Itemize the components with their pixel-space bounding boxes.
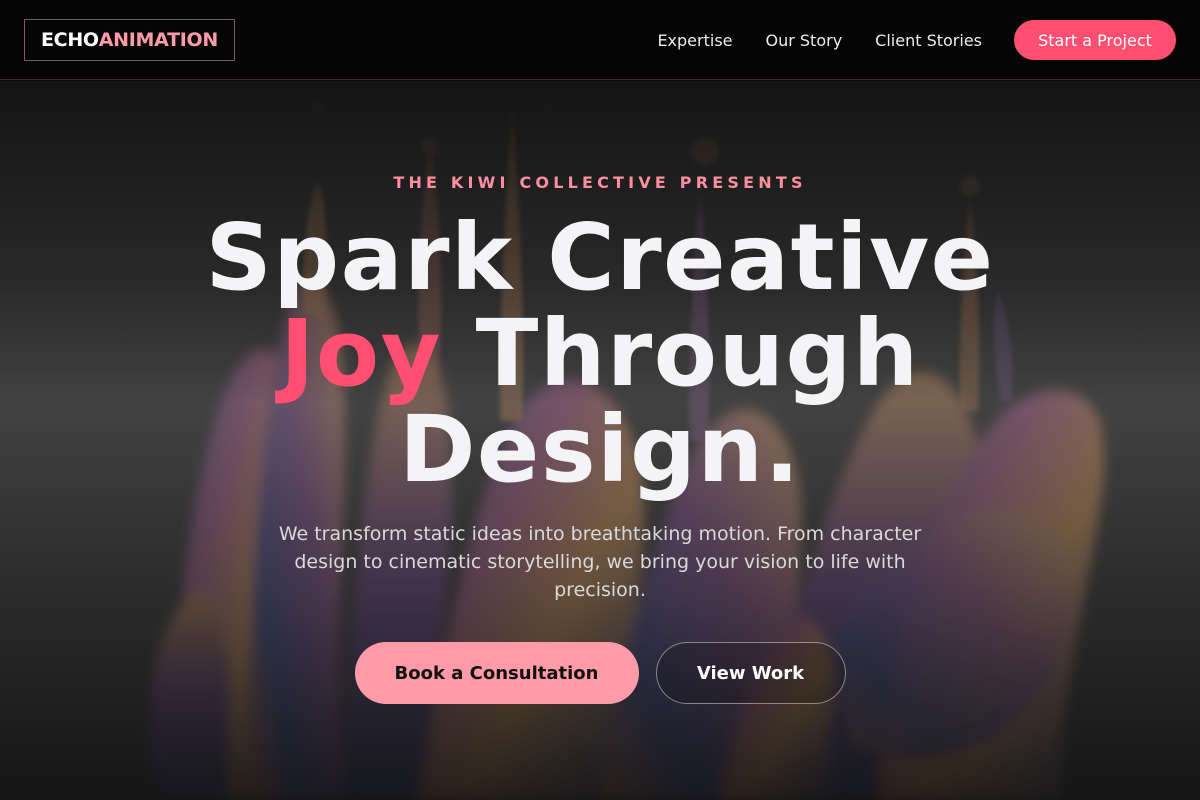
- nav-link-expertise[interactable]: Expertise: [657, 31, 732, 50]
- headline-accent: Joy: [280, 300, 443, 407]
- view-work-button[interactable]: View Work: [655, 642, 846, 704]
- hero-subtitle: We transform static ideas into breathtak…: [278, 523, 922, 601]
- book-consultation-button[interactable]: Book a Consultation: [354, 642, 639, 704]
- site-header: ECHO ANIMATION Expertise Our Story Client…: [0, 0, 1200, 80]
- hero-content: THE KIWI COLLECTIVE PRESENTS Spark Creat…: [0, 81, 1200, 800]
- hero-section: THE KIWI COLLECTIVE PRESENTS Spark Creat…: [0, 81, 1200, 800]
- logo-text-animation: ANIMATION: [98, 29, 219, 51]
- hero-headline: Spark Creative Joy Through Design.: [100, 210, 1100, 498]
- main-nav: Expertise Our Story Client Stories: [657, 0, 982, 80]
- logo-text-echo: ECHO: [41, 29, 99, 51]
- brand-logo[interactable]: ECHO ANIMATION: [24, 19, 235, 61]
- headline-part2: Through Design.: [399, 300, 920, 503]
- hero-eyebrow: THE KIWI COLLECTIVE PRESENTS: [393, 173, 807, 192]
- nav-link-client-stories[interactable]: Client Stories: [875, 31, 982, 50]
- start-project-button[interactable]: Start a Project: [1014, 20, 1176, 60]
- headline-part1: Spark Creative: [205, 204, 995, 311]
- nav-link-our-story[interactable]: Our Story: [766, 31, 843, 50]
- hero-cta-row: Book a Consultation View Work: [354, 642, 846, 704]
